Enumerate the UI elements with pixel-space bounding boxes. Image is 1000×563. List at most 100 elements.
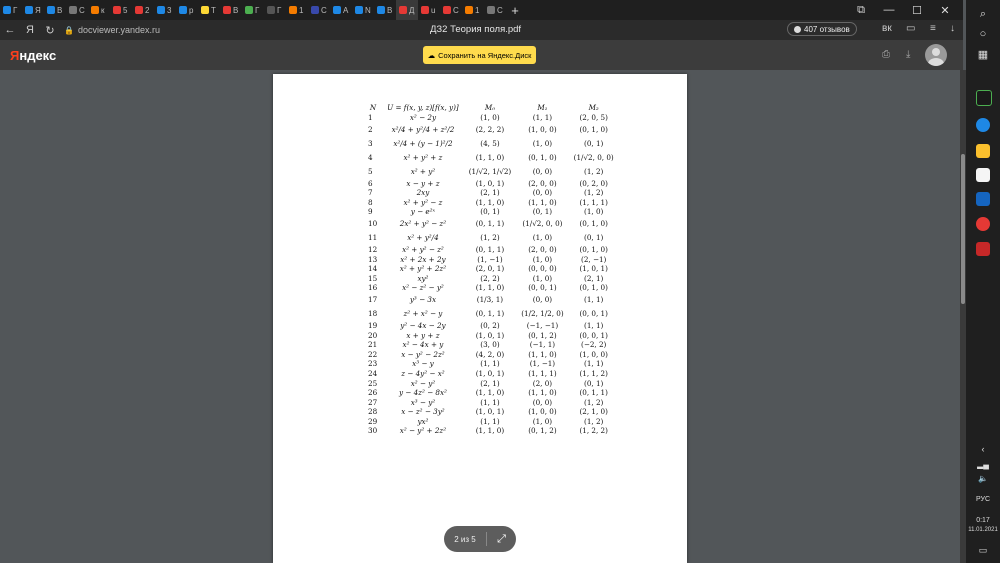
print-icon[interactable]: ⎙ bbox=[882, 49, 890, 60]
save-to-disk-button[interactable]: ☁ Сохранить на Яндекс.Диск bbox=[423, 46, 536, 64]
table-row: 6 x − y + z (1, 0, 1) (2, 0, 0) (0, 2, 0) bbox=[364, 179, 619, 189]
column-header: M₁ bbox=[537, 103, 548, 112]
minimize-button[interactable]: — bbox=[874, 0, 904, 20]
point-m2: (1, 1) bbox=[584, 320, 604, 330]
reload-button[interactable]: ↻ bbox=[40, 24, 60, 37]
mail-icon[interactable] bbox=[976, 192, 990, 206]
tab-label: u bbox=[431, 5, 436, 15]
avatar[interactable] bbox=[925, 44, 947, 66]
tab-strip: Г Я В Ск 5 2 3 р Т В Г Г 1 С А N В Дu С 1 С + bbox=[0, 0, 963, 20]
language-indicator[interactable]: РУС bbox=[966, 496, 1000, 503]
browser-tab[interactable]: Г bbox=[0, 0, 22, 20]
browser-tab[interactable]: Д bbox=[396, 0, 418, 20]
browser-tab[interactable]: к bbox=[88, 0, 110, 20]
download-icon[interactable]: ⤓ bbox=[906, 49, 910, 60]
point-m0: (4, 5) bbox=[480, 138, 500, 148]
browser-tab[interactable]: 1 bbox=[286, 0, 308, 20]
row-number: 2 bbox=[368, 124, 373, 134]
notifications-icon[interactable]: ▭ bbox=[966, 545, 1000, 556]
function-cell: y³ − 3x bbox=[409, 295, 437, 305]
browser-tab[interactable]: N bbox=[352, 0, 374, 20]
point-m2: (1, 1) bbox=[584, 359, 604, 369]
browser-app-icon[interactable] bbox=[976, 90, 992, 106]
maximize-button[interactable]: ☐ bbox=[902, 0, 932, 20]
point-m1: (1, 0, 0) bbox=[528, 124, 557, 134]
browser-tab[interactable]: р bbox=[176, 0, 198, 20]
network-icon[interactable]: ▂▄ bbox=[966, 460, 1000, 469]
browser-tab[interactable]: С bbox=[440, 0, 462, 20]
browser-tab[interactable]: 2 bbox=[132, 0, 154, 20]
search-icon[interactable]: ⌕ bbox=[966, 8, 1000, 21]
browser-tab[interactable]: В bbox=[374, 0, 396, 20]
browser-tab[interactable]: С bbox=[484, 0, 506, 20]
browser-tab[interactable]: Г bbox=[264, 0, 286, 20]
point-m0: (2, 0, 1) bbox=[475, 264, 505, 274]
point-m0: (1, 1, 0) bbox=[475, 283, 505, 293]
tab-favicon-icon bbox=[201, 6, 209, 14]
circle-icon[interactable]: ○ bbox=[966, 28, 1000, 40]
function-cell: x² + y² − z² bbox=[402, 244, 444, 254]
browser-tab[interactable]: Г bbox=[242, 0, 264, 20]
store-icon[interactable] bbox=[976, 168, 990, 182]
lock-icon: 🔒 bbox=[64, 25, 74, 35]
vk-icon[interactable]: вк bbox=[882, 23, 892, 34]
tab-favicon-icon bbox=[311, 6, 319, 14]
row-number: 9 bbox=[368, 207, 373, 217]
browser-tab[interactable]: В bbox=[44, 0, 66, 20]
tab-label: 1 bbox=[475, 5, 480, 15]
url-field[interactable]: 🔒 docviewer.yandex.ru bbox=[64, 25, 160, 35]
side-panel: ⌕ ○ ▦ ‹ ▂▄ 🔈 РУС 0:17 11.01.2021 ▭ bbox=[966, 0, 1000, 563]
reviews-label: 407 отзывов bbox=[804, 24, 850, 34]
new-tab-button[interactable]: + bbox=[506, 3, 524, 18]
tab-label: С bbox=[321, 5, 327, 15]
browser-tab[interactable]: 5 bbox=[110, 0, 132, 20]
browser-tab[interactable]: 3 bbox=[154, 0, 176, 20]
download-icon[interactable]: ↓ bbox=[950, 23, 955, 34]
volume-icon[interactable]: 🔈 bbox=[966, 474, 1000, 483]
browser-tab[interactable]: С bbox=[66, 0, 88, 20]
browser-tab[interactable]: С bbox=[308, 0, 330, 20]
browser-tab[interactable]: 1 bbox=[462, 0, 484, 20]
point-m1: (0, 1, 2) bbox=[528, 426, 557, 436]
function-cell: x − y² − 2z² bbox=[401, 349, 445, 359]
back-button[interactable]: ← bbox=[0, 24, 20, 36]
browser-tab[interactable]: В bbox=[220, 0, 242, 20]
point-m2: (1, 0, 0) bbox=[579, 349, 608, 359]
folder-icon[interactable] bbox=[976, 144, 990, 158]
yandex-logo[interactable]: Яндекс bbox=[10, 48, 56, 63]
bookmark-icon[interactable]: ▭ bbox=[906, 23, 915, 34]
point-m2: (0, 1) bbox=[584, 378, 604, 388]
tab-label: 5 bbox=[123, 5, 128, 15]
edge-icon[interactable] bbox=[976, 118, 990, 132]
fullscreen-button[interactable]: ⤢ bbox=[487, 533, 516, 546]
reviews-badge[interactable]: 407 отзывов bbox=[787, 22, 857, 36]
point-m0: (1, 0, 1) bbox=[475, 368, 505, 378]
point-m0: (2, 2, 2) bbox=[475, 124, 505, 134]
point-m0: (1, 1) bbox=[480, 397, 500, 407]
point-m2: (1, 2) bbox=[584, 416, 604, 426]
point-m1: (1/2, 1/2, 0) bbox=[521, 309, 564, 319]
point-m1: (1/√2, 0, 0) bbox=[522, 219, 563, 229]
browser-tab[interactable]: u bbox=[418, 0, 440, 20]
browser-tab[interactable]: Т bbox=[198, 0, 220, 20]
yandex-browser-logo-icon[interactable]: Я bbox=[20, 24, 40, 36]
function-cell: 2xy bbox=[416, 188, 430, 198]
tab-label: N bbox=[365, 5, 371, 15]
row-number: 18 bbox=[368, 309, 378, 319]
tabs-menu-icon[interactable]: ⧉ bbox=[846, 0, 876, 20]
tab-favicon-icon bbox=[223, 6, 231, 14]
yandex-icon[interactable] bbox=[976, 217, 990, 231]
point-m0: (1, 1, 0) bbox=[475, 388, 505, 398]
close-button[interactable]: ✕ bbox=[930, 0, 960, 20]
browser-tab[interactable]: А bbox=[330, 0, 352, 20]
pdf-icon[interactable] bbox=[976, 242, 990, 256]
row-number: 22 bbox=[368, 349, 378, 359]
tab-favicon-icon bbox=[113, 6, 121, 14]
browser-tab[interactable]: Я bbox=[22, 0, 44, 20]
scrollbar-thumb[interactable] bbox=[961, 154, 965, 304]
grid-icon[interactable]: ▦ bbox=[966, 48, 1000, 61]
chevron-left-icon[interactable]: ‹ bbox=[966, 444, 1000, 454]
function-cell: x − y + z bbox=[406, 178, 440, 188]
row-number: 28 bbox=[368, 407, 378, 417]
extensions-icon[interactable]: ≡ bbox=[930, 23, 936, 34]
